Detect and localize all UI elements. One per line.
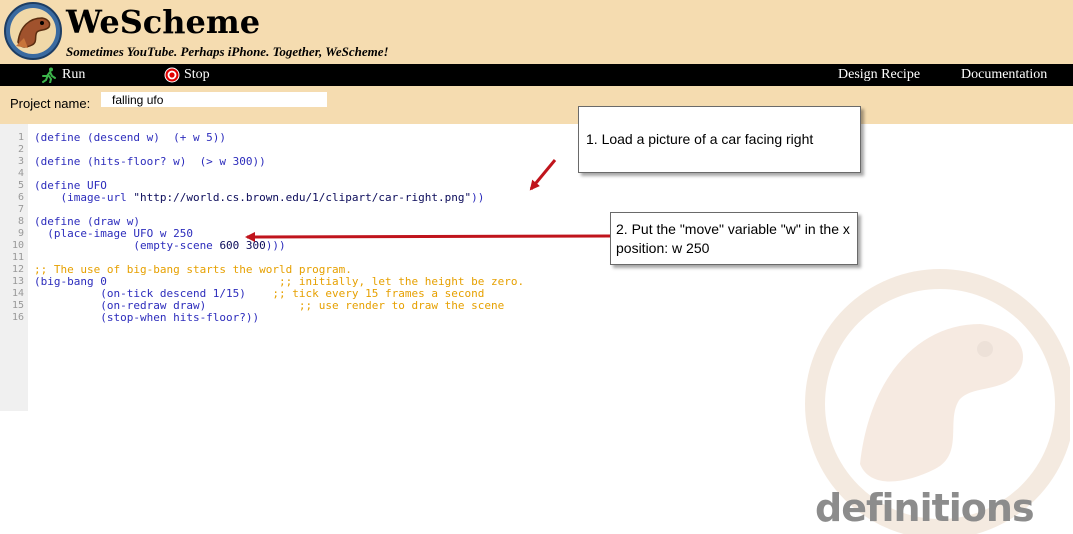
line-number: 4 bbox=[17, 168, 24, 179]
code-token: (empty-scene bbox=[34, 239, 220, 252]
project-bar: Project name: bbox=[0, 86, 1073, 124]
callout-move-variable: 2. Put the "move" variable "w" in the x … bbox=[610, 212, 858, 265]
line-number: 5 bbox=[17, 180, 24, 191]
code-line: (define (hits-floor? w) (> w 300)) bbox=[34, 156, 266, 168]
app-title: WeScheme bbox=[66, 3, 261, 41]
code-token: (stop-when hits-floor?)) bbox=[34, 311, 260, 324]
line-number: 15 bbox=[11, 300, 24, 311]
line-number: 2 bbox=[17, 144, 24, 155]
code-token: (define (hits-floor? w) (> w 300)) bbox=[34, 155, 266, 168]
line-number: 7 bbox=[17, 204, 24, 215]
run-label: Run bbox=[62, 67, 86, 82]
line-number-gutter: 1 2 3 4 5 6 7 8 9 10 11 12 13 14 15 16 bbox=[0, 124, 28, 411]
line-number: 8 bbox=[17, 216, 24, 227]
code-token: ))) bbox=[265, 239, 286, 252]
code-literal: "http://world.cs.brown.edu/1/clipart/car… bbox=[133, 191, 472, 204]
line-number: 11 bbox=[11, 252, 24, 263]
code-line: (image-url "http://world.cs.brown.edu/1/… bbox=[34, 192, 484, 204]
project-name-input[interactable] bbox=[101, 92, 327, 107]
running-man-icon bbox=[42, 67, 56, 83]
code-token: (define (descend w) (+ w 5)) bbox=[34, 131, 227, 144]
line-number: 12 bbox=[11, 264, 24, 275]
code-line: (stop-when hits-floor?)) bbox=[34, 312, 259, 324]
definitions-editor[interactable]: 1 2 3 4 5 6 7 8 9 10 11 12 13 14 15 16 definitions (def… bbox=[0, 124, 1073, 534]
line-number: 10 bbox=[11, 240, 24, 251]
code-token: (image-url bbox=[34, 191, 134, 204]
line-number: 16 bbox=[11, 312, 24, 323]
run-button[interactable]: Run bbox=[40, 66, 85, 84]
code-line: (empty-scene 600 300))) bbox=[34, 239, 286, 252]
stop-button[interactable]: Stop bbox=[164, 66, 210, 84]
wescheme-logo-icon bbox=[4, 2, 62, 60]
callout-load-picture: 1. Load a picture of a car facing right bbox=[578, 106, 861, 173]
line-number: 1 bbox=[17, 132, 24, 143]
toolbar: Run Stop Design Recipe Documentation bbox=[0, 64, 1073, 86]
line-number: 9 bbox=[17, 228, 24, 239]
documentation-link[interactable]: Documentation bbox=[961, 66, 1047, 84]
code-token: )) bbox=[471, 191, 485, 204]
definitions-watermark-label: definitions bbox=[815, 486, 1035, 530]
design-recipe-link[interactable]: Design Recipe bbox=[838, 66, 920, 84]
code-literal: 600 300 bbox=[219, 239, 266, 252]
line-number: 3 bbox=[17, 156, 24, 167]
line-number: 6 bbox=[17, 192, 24, 203]
code-line: (define (descend w) (+ w 5)) bbox=[34, 132, 226, 144]
stop-icon bbox=[164, 67, 180, 83]
app-tagline: Sometimes YouTube. Perhaps iPhone. Toget… bbox=[66, 44, 389, 59]
line-number: 13 bbox=[11, 276, 24, 287]
header: WeScheme Sometimes YouTube. Perhaps iPho… bbox=[0, 0, 1073, 64]
project-name-label: Project name: bbox=[10, 96, 91, 111]
stop-label: Stop bbox=[184, 67, 210, 82]
line-number: 14 bbox=[11, 288, 24, 299]
